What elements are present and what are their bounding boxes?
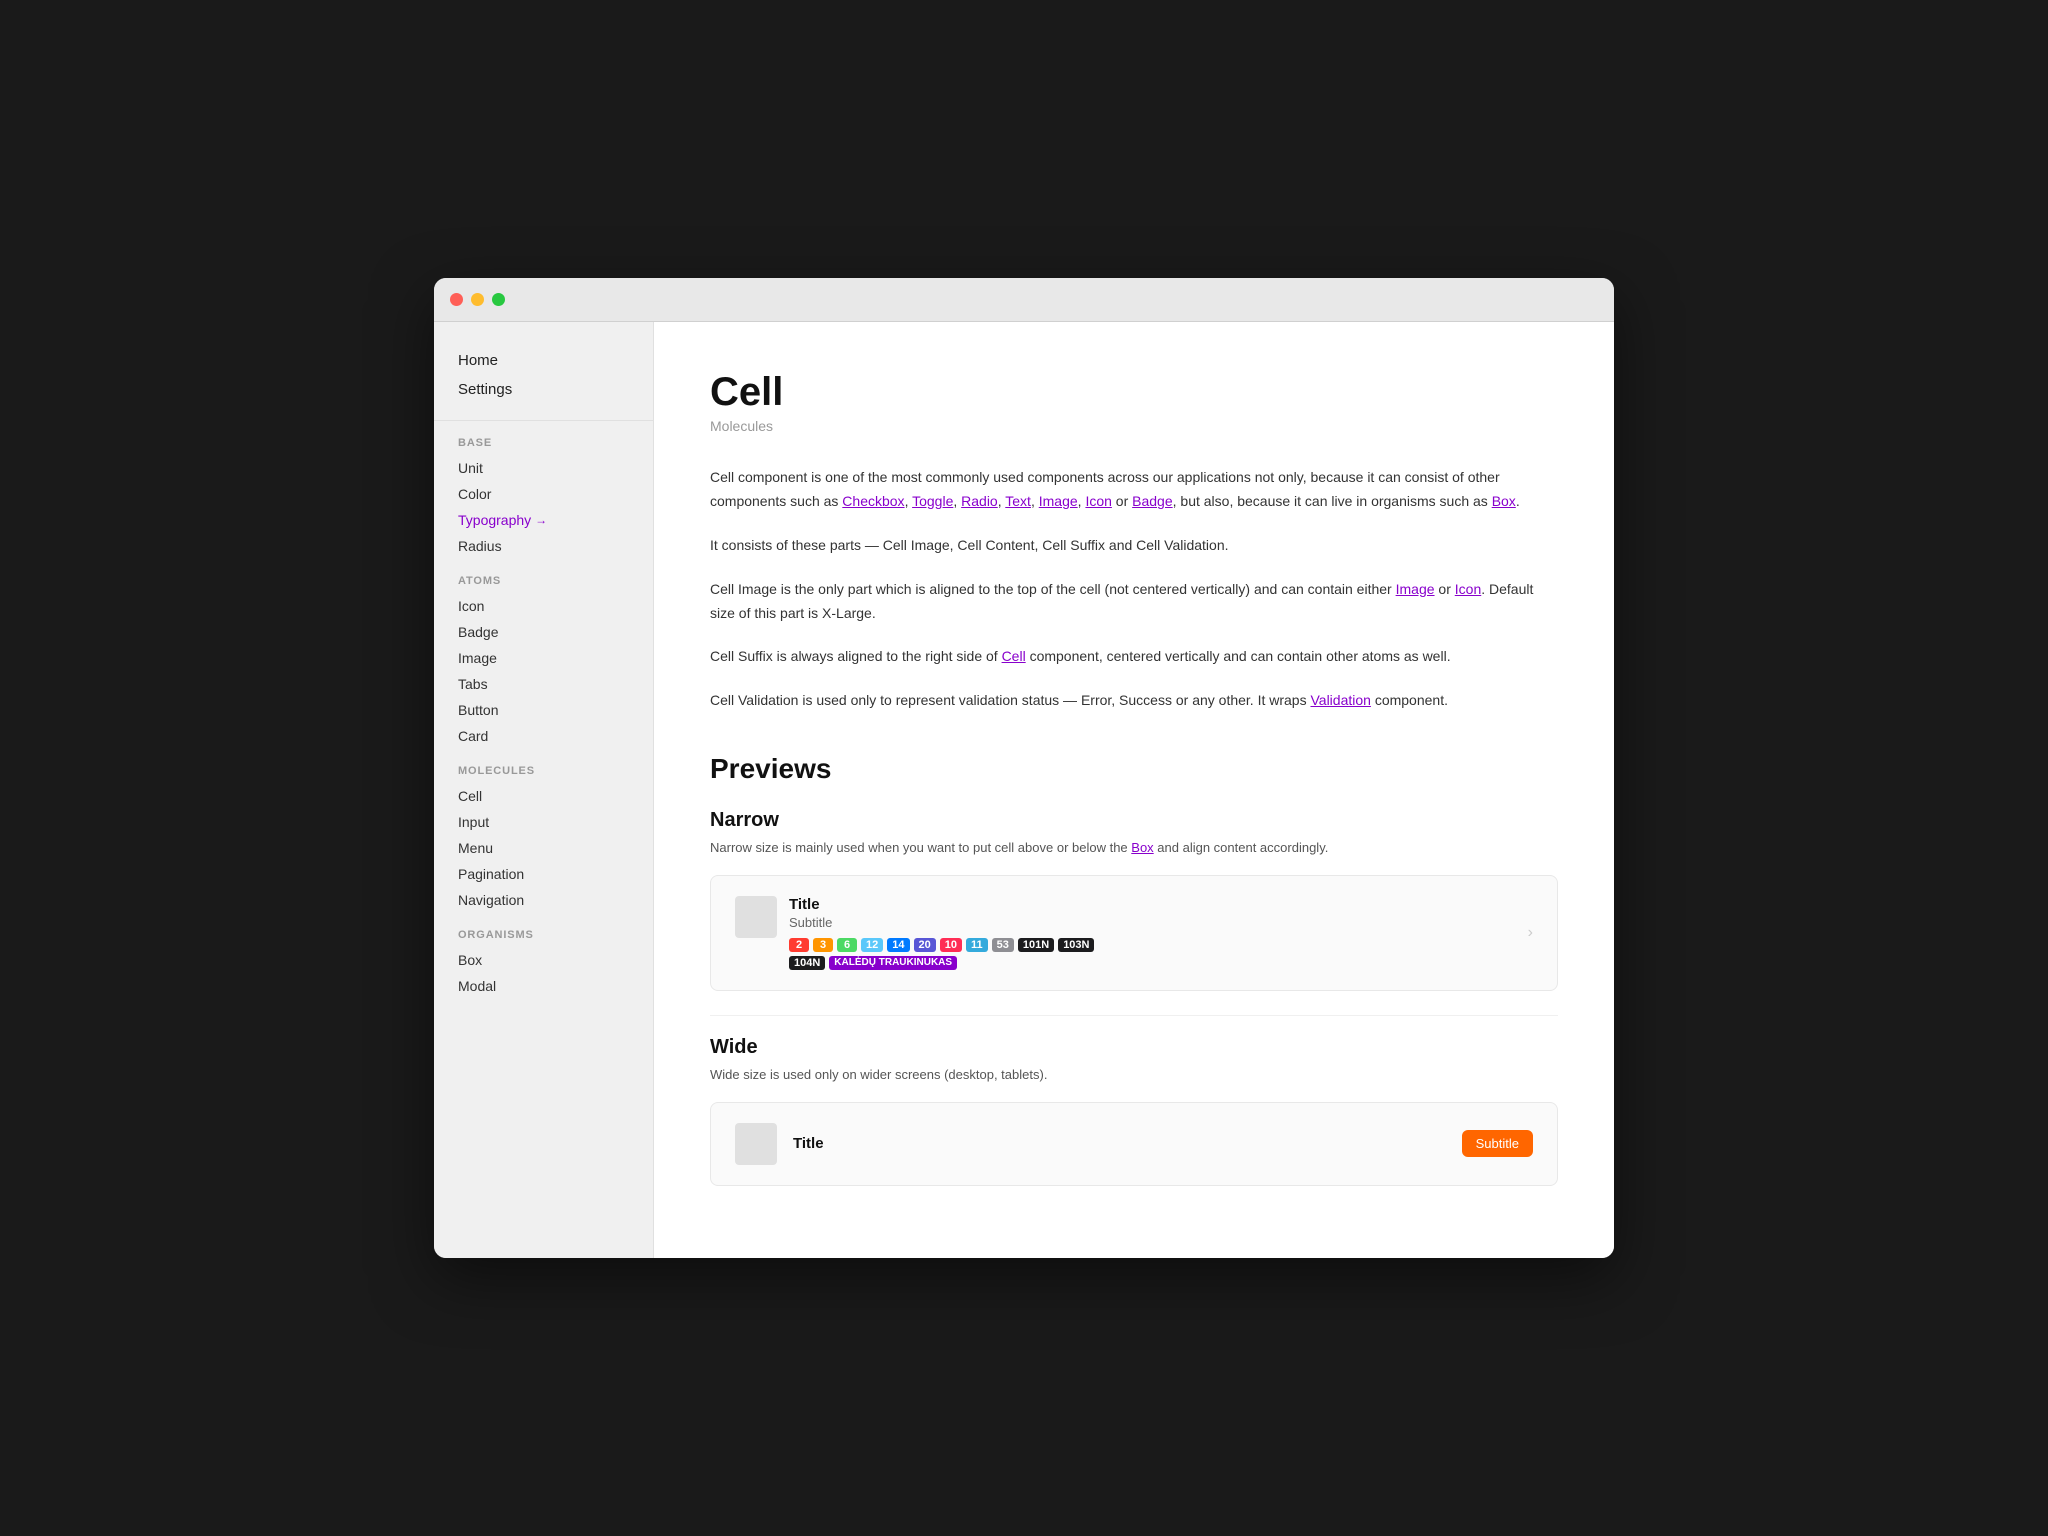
badge-6: 6 (837, 938, 857, 952)
link-validation[interactable]: Validation (1310, 692, 1370, 708)
badge-104n: 104N (789, 956, 825, 970)
page-title: Cell (710, 370, 1558, 414)
link-image[interactable]: Image (1039, 493, 1078, 509)
narrow-heading: Narrow (710, 809, 1558, 832)
cell-content: Title Subtitle 2 3 6 12 14 20 10 11 (789, 896, 1508, 970)
narrow-preview-box: Title Subtitle 2 3 6 12 14 20 10 11 (710, 875, 1558, 991)
description-text-5: Cell Validation is used only to represen… (710, 689, 1558, 713)
cell-title: Title (789, 896, 1508, 913)
description-5: Cell Validation is used only to represen… (710, 689, 1558, 713)
wide-description: Wide size is used only on wider screens … (710, 1065, 1558, 1086)
app-window: Home Settings BASE Unit Color Typography… (434, 278, 1614, 1257)
link-text[interactable]: Text (1005, 493, 1031, 509)
sidebar-item-badge[interactable]: Badge (458, 619, 629, 645)
content-area: Home Settings BASE Unit Color Typography… (434, 322, 1614, 1257)
link-icon[interactable]: Icon (1085, 493, 1111, 509)
sidebar-top-nav: Home Settings (434, 346, 653, 421)
maximize-button[interactable] (492, 293, 505, 306)
sidebar-section-base: BASE Unit Color Typography → Radius (434, 437, 653, 559)
narrow-description: Narrow size is mainly used when you want… (710, 838, 1558, 859)
sidebar-item-cell[interactable]: Cell (458, 783, 629, 809)
link-badge[interactable]: Badge (1132, 493, 1172, 509)
link-box[interactable]: Box (1492, 493, 1516, 509)
sidebar-item-input[interactable]: Input (458, 809, 629, 835)
description-2: It consists of these parts — Cell Image,… (710, 534, 1558, 558)
sidebar-item-button[interactable]: Button (458, 697, 629, 723)
narrow-preview-section: Narrow Narrow size is mainly used when y… (710, 809, 1558, 991)
wide-cell-image (735, 1123, 777, 1165)
sidebar-item-unit[interactable]: Unit (458, 455, 629, 481)
description-text-3: Cell Image is the only part which is ali… (710, 578, 1558, 626)
sidebar-section-label-base: BASE (458, 437, 629, 449)
sidebar-item-tabs[interactable]: Tabs (458, 671, 629, 697)
sidebar: Home Settings BASE Unit Color Typography… (434, 322, 654, 1257)
badge-14: 14 (887, 938, 909, 952)
wide-preview-section: Wide Wide size is used only on wider scr… (710, 1036, 1558, 1186)
link-cell[interactable]: Cell (1002, 648, 1026, 664)
minimize-button[interactable] (471, 293, 484, 306)
sidebar-item-radius[interactable]: Radius (458, 533, 629, 559)
sidebar-section-organisms: ORGANISMS Box Modal (434, 929, 653, 999)
sidebar-item-color[interactable]: Color (458, 481, 629, 507)
badge-kaledju: KALĖDŲ TRAUKINUKAS (829, 956, 957, 970)
sidebar-section-label-organisms: ORGANISMS (458, 929, 629, 941)
section-divider (710, 1015, 1558, 1016)
description-1: Cell component is one of the most common… (710, 466, 1558, 514)
sidebar-section-label-molecules: MOLECULES (458, 765, 629, 777)
sidebar-item-image[interactable]: Image (458, 645, 629, 671)
wide-heading: Wide (710, 1036, 1558, 1059)
sidebar-item-box[interactable]: Box (458, 947, 629, 973)
badges-row: 2 3 6 12 14 20 10 11 53 101N 103N (789, 938, 1508, 952)
description-3: Cell Image is the only part which is ali… (710, 578, 1558, 626)
wide-preview-box: Title Subtitle (710, 1102, 1558, 1186)
sidebar-item-icon[interactable]: Icon (458, 593, 629, 619)
description-text-2: It consists of these parts — Cell Image,… (710, 534, 1558, 558)
previews-title: Previews (710, 753, 1558, 785)
cell-subtitle: Subtitle (789, 915, 1508, 930)
description-4: Cell Suffix is always aligned to the rig… (710, 645, 1558, 669)
description-text-4: Cell Suffix is always aligned to the rig… (710, 645, 1558, 669)
badge-101n: 101N (1018, 938, 1054, 952)
wide-cell-title: Title (793, 1135, 1446, 1152)
badge-20: 20 (914, 938, 936, 952)
wide-subtitle-badge: Subtitle (1462, 1130, 1533, 1157)
close-button[interactable] (450, 293, 463, 306)
arrow-icon: → (535, 513, 547, 527)
badge-10: 10 (940, 938, 962, 952)
badge-11: 11 (966, 938, 988, 952)
link-toggle[interactable]: Toggle (912, 493, 953, 509)
sidebar-item-modal[interactable]: Modal (458, 973, 629, 999)
link-radio[interactable]: Radio (961, 493, 998, 509)
sidebar-item-home[interactable]: Home (458, 346, 629, 375)
sidebar-section-atoms: ATOMS Icon Badge Image Tabs Button Card (434, 575, 653, 749)
badge-2: 2 (789, 938, 809, 952)
sidebar-item-navigation[interactable]: Navigation (458, 887, 629, 913)
link-icon-2[interactable]: Icon (1455, 581, 1481, 597)
badge-53: 53 (992, 938, 1014, 952)
sidebar-item-typography[interactable]: Typography → (458, 507, 629, 533)
sidebar-item-menu[interactable]: Menu (458, 835, 629, 861)
page-subtitle-label: Molecules (710, 418, 1558, 434)
badge-3: 3 (813, 938, 833, 952)
link-checkbox[interactable]: Checkbox (842, 493, 904, 509)
badge-103n: 103N (1058, 938, 1094, 952)
sidebar-item-card[interactable]: Card (458, 723, 629, 749)
sidebar-section-molecules: MOLECULES Cell Input Menu Pagination Nav… (434, 765, 653, 913)
sidebar-section-label-atoms: ATOMS (458, 575, 629, 587)
cell-image (735, 896, 777, 938)
narrow-cell-row: Title Subtitle 2 3 6 12 14 20 10 11 (735, 896, 1533, 970)
description-text-1: Cell component is one of the most common… (710, 466, 1558, 514)
badges-row-2: 104N KALĖDŲ TRAUKINUKAS (789, 956, 1508, 970)
badge-12: 12 (861, 938, 883, 952)
sidebar-item-pagination[interactable]: Pagination (458, 861, 629, 887)
sidebar-item-settings[interactable]: Settings (458, 375, 629, 404)
titlebar (434, 278, 1614, 322)
link-box-narrow[interactable]: Box (1131, 840, 1153, 855)
main-content: Cell Molecules Cell component is one of … (654, 322, 1614, 1257)
link-image-2[interactable]: Image (1396, 581, 1435, 597)
cell-chevron-icon: › (1528, 924, 1533, 942)
